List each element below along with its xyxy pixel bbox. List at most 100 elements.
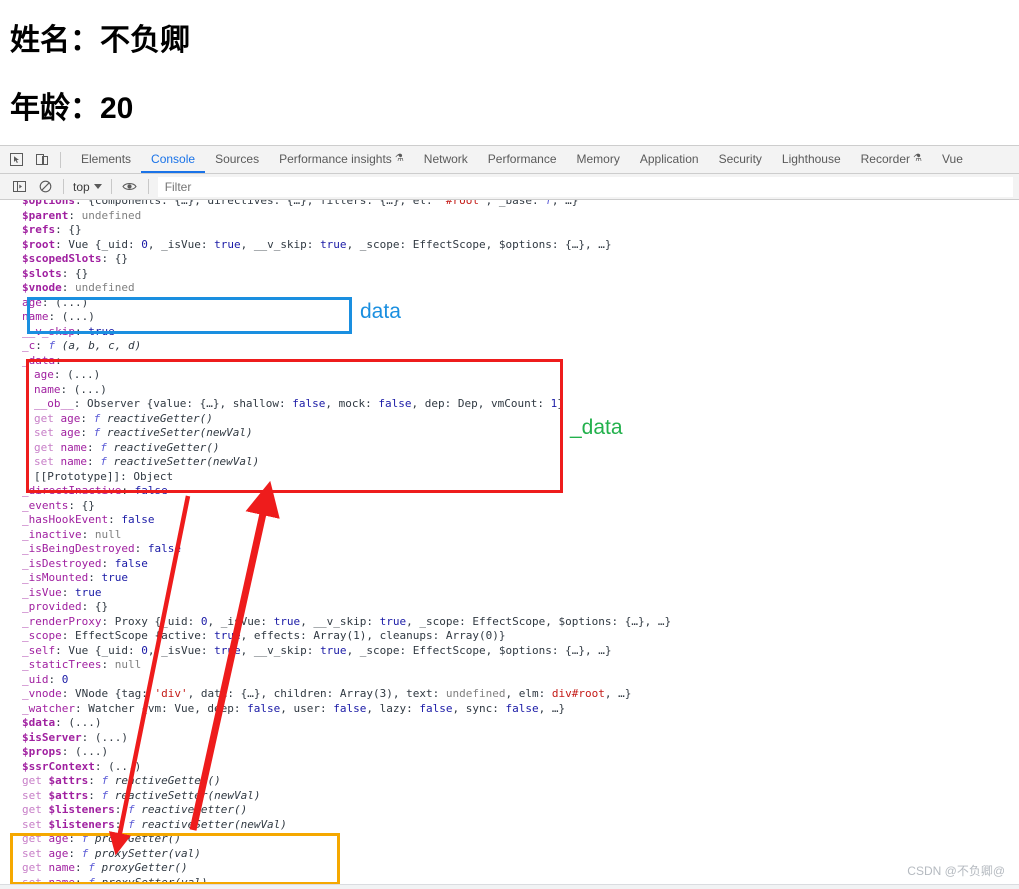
console-property-line[interactable]: _data:: [0, 354, 1019, 369]
console-property-line[interactable]: set name: f reactiveSetter(newVal): [0, 455, 1019, 470]
console-property-line[interactable]: set $listeners: f reactiveSetter(newVal): [0, 818, 1019, 833]
console-property-line[interactable]: get $listeners: f reactiveGetter(): [0, 803, 1019, 818]
console-property-line[interactable]: $root: Vue {_uid: 0, _isVue: true, __v_s…: [0, 238, 1019, 253]
console-context-selector[interactable]: top: [69, 179, 106, 195]
console-property-line[interactable]: get name: f reactiveGetter(): [0, 441, 1019, 456]
console-token: null: [94, 527, 122, 541]
console-property-line[interactable]: _uid: 0: [0, 673, 1019, 688]
console-sidebar-toggle-icon[interactable]: [8, 177, 30, 197]
console-token: set: [34, 455, 61, 468]
console-token: $options: [22, 200, 75, 207]
console-property-line[interactable]: __ob__: Observer {value: {…}, shallow: f…: [0, 397, 1019, 412]
screenshot-root: 姓名：不负卿 年龄：20 Elements Console Sources Pe…: [0, 0, 1019, 889]
console-token: true: [88, 324, 115, 338]
console-token: :: [101, 556, 115, 570]
console-token: age: [60, 426, 81, 439]
tab-memory[interactable]: Memory: [567, 146, 630, 173]
console-property-line[interactable]: $ssrContext: (...): [0, 760, 1019, 775]
console-property-line[interactable]: _events: {}: [0, 499, 1019, 514]
console-property-line[interactable]: get $attrs: f reactiveGetter(): [0, 774, 1019, 789]
clear-console-icon[interactable]: [34, 177, 56, 197]
console-property-line[interactable]: _staticTrees: null: [0, 658, 1019, 673]
tab-recorder[interactable]: Recorder ⚗: [851, 146, 932, 173]
console-property-line[interactable]: age: (...): [0, 368, 1019, 383]
tab-sources[interactable]: Sources: [205, 146, 269, 173]
console-property-line[interactable]: set age: f proxySetter(val): [0, 847, 1019, 862]
console-property-line[interactable]: _isMounted: true: [0, 571, 1019, 586]
console-property-line[interactable]: $slots: {}: [0, 267, 1019, 282]
console-token: get: [22, 803, 49, 816]
tab-label: Memory: [576, 151, 620, 166]
console-property-line[interactable]: get name: f proxyGetter(): [0, 861, 1019, 876]
console-property-line[interactable]: $parent: undefined: [0, 209, 1019, 224]
console-property-line[interactable]: $scopedSlots: {}: [0, 252, 1019, 267]
console-property-line[interactable]: _isBeingDestroyed: false: [0, 542, 1019, 557]
tab-console[interactable]: Console: [141, 146, 206, 173]
console-property-line[interactable]: _watcher: Watcher {vm: Vue, deep: false,…: [0, 702, 1019, 717]
console-property-line[interactable]: _renderProxy: Proxy {_uid: 0, _isVue: tr…: [0, 615, 1019, 630]
console-property-line[interactable]: $refs: {}: [0, 223, 1019, 238]
console-property-line[interactable]: _vnode: VNode {tag: 'div', data: {…}, ch…: [0, 687, 1019, 702]
console-token: : (...): [81, 730, 128, 744]
console-property-line[interactable]: _inactive: null: [0, 528, 1019, 543]
console-token: , …}: [551, 200, 579, 207]
console-property-line[interactable]: set age: f reactiveSetter(newVal): [0, 426, 1019, 441]
device-toolbar-icon[interactable]: [34, 152, 50, 168]
console-token: $root: [22, 237, 56, 251]
console-property-line[interactable]: age: (...): [0, 296, 1019, 311]
console-token: :: [35, 339, 49, 352]
console-property-line[interactable]: _isDestroyed: false: [0, 557, 1019, 572]
console-property-line[interactable]: get age: f reactiveGetter(): [0, 412, 1019, 427]
console-output[interactable]: $options: {components: {…}, directives: …: [0, 200, 1019, 889]
tab-lighthouse[interactable]: Lighthouse: [772, 146, 851, 173]
console-property-line[interactable]: _hasHookEvent: false: [0, 513, 1019, 528]
console-property-line[interactable]: $isServer: (...): [0, 731, 1019, 746]
tab-vue[interactable]: Vue: [932, 146, 973, 173]
console-token: $isServer: [22, 730, 82, 744]
console-token: : (...): [60, 382, 107, 396]
console-property-line[interactable]: name: (...): [0, 310, 1019, 325]
inspect-element-icon[interactable]: [8, 152, 24, 168]
console-filter-input[interactable]: [157, 176, 1013, 197]
console-property-line[interactable]: $options: {components: {…}, directives: …: [0, 200, 1019, 209]
tab-performance-insights[interactable]: Performance insights ⚗: [269, 146, 414, 173]
console-property-line[interactable]: _scope: EffectScope {active: true, effec…: [0, 629, 1019, 644]
console-token: {components: {…}, directives: {…}, filte…: [88, 200, 440, 207]
console-property-line[interactable]: get age: f proxyGetter(): [0, 832, 1019, 847]
console-settings-eye-icon[interactable]: [119, 177, 141, 197]
console-token: _c: [22, 339, 36, 352]
console-property-line[interactable]: __v_skip: true: [0, 325, 1019, 340]
console-token: :: [74, 324, 89, 338]
console-token: set: [34, 426, 61, 439]
console-token: false: [505, 701, 539, 715]
console-token: name: [60, 455, 88, 468]
console-property-line[interactable]: $vnode: undefined: [0, 281, 1019, 296]
console-token: : (...): [53, 368, 101, 381]
console-token: f: [100, 440, 107, 454]
console-property-line[interactable]: _isVue: true: [0, 586, 1019, 601]
console-property-line[interactable]: _provided: {}: [0, 600, 1019, 615]
console-property-line[interactable]: name: (...): [0, 383, 1019, 398]
tab-security[interactable]: Security: [709, 146, 772, 173]
filterbar-divider-3: [147, 179, 149, 194]
console-property-line[interactable]: _directInactive: false: [0, 484, 1019, 499]
console-token: , mock:: [325, 397, 379, 410]
tab-elements[interactable]: Elements: [71, 146, 141, 173]
console-property-line[interactable]: $data: (...): [0, 716, 1019, 731]
console-property-line[interactable]: $props: (...): [0, 745, 1019, 760]
console-property-line[interactable]: _self: Vue {_uid: 0, _isVue: true, __v_s…: [0, 644, 1019, 659]
console-token: age: [34, 368, 54, 381]
console-property-line[interactable]: _c: f (a, b, c, d): [0, 339, 1019, 354]
tab-label: Security: [718, 151, 762, 166]
console-property-line[interactable]: [[Prototype]]: Object: [0, 470, 1019, 485]
console-token: , _isVue:: [207, 614, 274, 628]
tab-label: Application: [639, 151, 699, 166]
console-property-line[interactable]: set $attrs: f reactiveSetter(newVal): [0, 789, 1019, 804]
console-token: , __v_skip:: [300, 614, 380, 628]
console-token: false: [134, 484, 168, 497]
tab-network[interactable]: Network: [414, 146, 478, 173]
console-token: 0: [61, 672, 69, 686]
tab-performance[interactable]: Performance: [478, 146, 567, 173]
tab-application[interactable]: Application: [630, 146, 709, 173]
console-token: : {}: [101, 252, 128, 265]
